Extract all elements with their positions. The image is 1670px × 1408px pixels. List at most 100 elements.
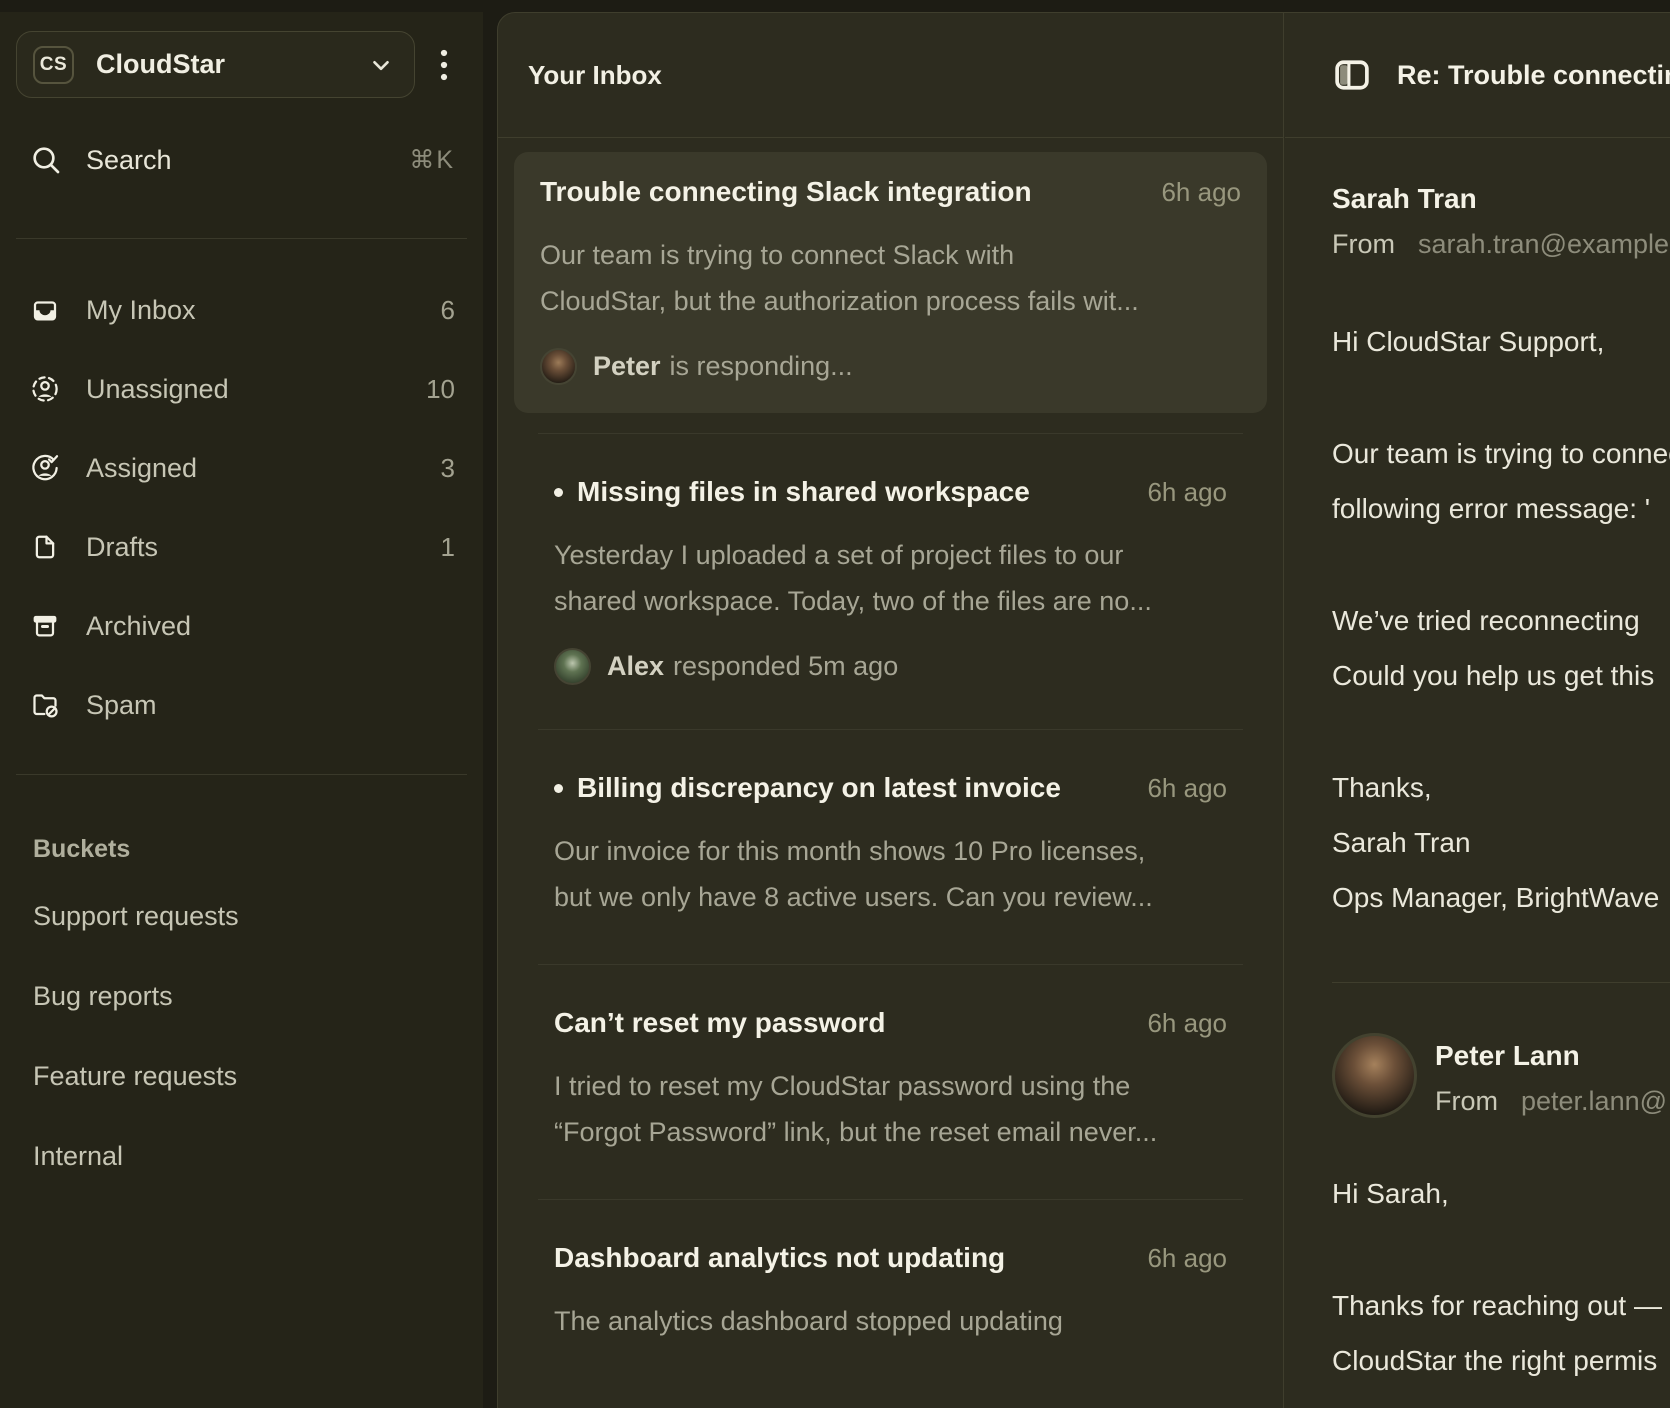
sidebar-item-spam[interactable]: Spam	[16, 677, 467, 733]
message-line: Hi Sarah,	[1332, 1178, 1449, 1209]
conversation-preview: I tried to reset my CloudStar password u…	[554, 1063, 1227, 1109]
detail-subject: Re: Trouble connecting Slack integration	[1397, 60, 1670, 91]
conversation-time: 6h ago	[1147, 1008, 1227, 1039]
main-panel: Your Inbox Trouble connecting Slack inte…	[497, 12, 1670, 1408]
conversation-detail-panel: Re: Trouble connecting Slack integration…	[1285, 13, 1670, 1408]
message-line: Could you help us get this	[1332, 648, 1670, 703]
conversation-title: Billing discrepancy on latest invoice	[577, 772, 1061, 804]
sidebar-item-label: My Inbox	[86, 295, 196, 326]
message-line: Ops Manager, BrightWave	[1332, 870, 1670, 925]
unassigned-icon	[30, 374, 60, 404]
conversation-item[interactable]: Missing files in shared workspace 6h ago…	[538, 433, 1243, 729]
conversation-title: Dashboard analytics not updating	[554, 1242, 1005, 1274]
conversation-preview: shared workspace. Today, two of the file…	[554, 578, 1227, 624]
activity-user-name: Alex	[607, 651, 664, 682]
sidebar-item-label: Unassigned	[86, 374, 229, 405]
conversation-title: Can’t reset my password	[554, 1007, 885, 1039]
message-line: Our team is trying to connect	[1332, 426, 1670, 481]
conversation-item[interactable]: Billing discrepancy on latest invoice 6h…	[538, 729, 1243, 964]
search-icon	[30, 144, 62, 176]
conversation-time: 6h ago	[1161, 177, 1241, 208]
sidebar-item-feature-requests[interactable]: Feature requests	[16, 1048, 467, 1104]
message-sender-name: Peter Lann	[1435, 1039, 1667, 1073]
conversation-preview: CloudStar, but the authorization process…	[540, 278, 1241, 324]
sidebar: CS CloudStar Search ⌘K My Inbox 6	[0, 12, 483, 1408]
conversation-time: 6h ago	[1147, 1243, 1227, 1274]
conversation-list-panel: Your Inbox Trouble connecting Slack inte…	[498, 13, 1284, 1408]
workspace-logo: CS	[33, 46, 74, 84]
search-shortcut: ⌘K	[409, 145, 455, 175]
sidebar-item-archived[interactable]: Archived	[16, 598, 467, 654]
sidebar-item-count: 1	[441, 532, 455, 563]
sidebar-divider	[16, 238, 467, 239]
message: Sarah Tran From sarah.tran@example.com H…	[1285, 138, 1670, 925]
message-line: We’ve tried reconnecting	[1332, 593, 1670, 648]
conversation-preview: Our team is trying to connect Slack with	[540, 232, 1241, 278]
sidebar-item-count: 3	[441, 453, 455, 484]
sidebar-item-my-inbox[interactable]: My Inbox 6	[16, 282, 467, 338]
sidebar-nav: My Inbox 6 Unassigned 10	[16, 282, 467, 733]
conversation-preview: The analytics dashboard stopped updating	[554, 1298, 1227, 1344]
message-line: CloudStar the right permis	[1332, 1333, 1670, 1388]
kebab-menu-icon[interactable]	[429, 38, 459, 92]
message-sender-email: sarah.tran@example.com	[1418, 229, 1670, 260]
avatar	[554, 648, 591, 685]
sidebar-item-label: Archived	[86, 611, 191, 642]
sidebar-item-count: 6	[441, 295, 455, 326]
message-line: Hi CloudStar Support,	[1332, 326, 1604, 357]
sidebar-item-label: Assigned	[86, 453, 197, 484]
search-button[interactable]: Search ⌘K	[16, 128, 467, 192]
message: Peter Lann From peter.lann@ Hi Sarah, Th…	[1285, 983, 1670, 1388]
message-body: Hi CloudStar Support, Our team is trying…	[1332, 314, 1670, 925]
spam-icon	[30, 690, 60, 720]
sidebar-item-assigned[interactable]: Assigned 3	[16, 440, 467, 496]
message-line: following error message: '	[1332, 481, 1670, 536]
buckets-section-title: Buckets	[16, 835, 467, 864]
sidebar-item-label: Spam	[86, 690, 157, 721]
sidebar-item-drafts[interactable]: Drafts 1	[16, 519, 467, 575]
conversation-time: 6h ago	[1147, 477, 1227, 508]
conversation-time: 6h ago	[1147, 773, 1227, 804]
from-label: From	[1332, 229, 1395, 260]
detail-header: Re: Trouble connecting Slack integration	[1285, 13, 1670, 138]
workspace-row: CS CloudStar	[16, 31, 467, 98]
activity-status-text: is responding...	[670, 351, 853, 382]
conversation-preview: Yesterday I uploaded a set of project fi…	[554, 532, 1227, 578]
sidebar-divider	[16, 774, 467, 775]
panel-toggle-icon[interactable]	[1335, 60, 1369, 90]
avatar	[1332, 1033, 1417, 1118]
unread-dot	[554, 784, 563, 793]
unread-dot	[554, 488, 563, 497]
activity-user-name: Peter	[593, 351, 661, 382]
sidebar-item-bug-reports[interactable]: Bug reports	[16, 968, 467, 1024]
message-line: Thanks for reaching out —	[1332, 1278, 1670, 1333]
conversation-preview: “Forgot Password” link, but the reset em…	[554, 1109, 1227, 1155]
drafts-icon	[30, 532, 60, 562]
message-body: Hi Sarah, Thanks for reaching out — Clou…	[1332, 1166, 1670, 1388]
inbox-icon	[30, 295, 60, 325]
sidebar-item-unassigned[interactable]: Unassigned 10	[16, 361, 467, 417]
inbox-header: Your Inbox	[498, 13, 1283, 138]
conversation-preview: Our invoice for this month shows 10 Pro …	[554, 828, 1227, 874]
archived-icon	[30, 611, 60, 641]
conversation-item[interactable]: Can’t reset my password 6h ago I tried t…	[538, 964, 1243, 1199]
message-line: Sarah Tran	[1332, 815, 1670, 870]
inbox-title: Your Inbox	[528, 60, 662, 91]
sidebar-item-support-requests[interactable]: Support requests	[16, 888, 467, 944]
conversation-title: Missing files in shared workspace	[577, 476, 1030, 508]
sidebar-item-count: 10	[426, 374, 455, 405]
conversation-item[interactable]: Dashboard analytics not updating 6h ago …	[538, 1199, 1243, 1388]
workspace-name: CloudStar	[96, 49, 225, 80]
conversation-list: Trouble connecting Slack integration 6h …	[498, 138, 1283, 1388]
conversation-item-selected[interactable]: Trouble connecting Slack integration 6h …	[514, 152, 1267, 413]
chevron-down-icon	[368, 52, 394, 78]
avatar	[540, 348, 577, 385]
workspace-switcher-button[interactable]: CS CloudStar	[16, 31, 415, 98]
search-label: Search	[86, 145, 172, 176]
message-line: Thanks,	[1332, 760, 1670, 815]
assigned-icon	[30, 453, 60, 483]
activity-status-text: responded 5m ago	[673, 651, 898, 682]
from-label: From	[1435, 1086, 1498, 1117]
sidebar-item-internal[interactable]: Internal	[16, 1128, 467, 1184]
message-sender-email: peter.lann@	[1521, 1086, 1667, 1117]
